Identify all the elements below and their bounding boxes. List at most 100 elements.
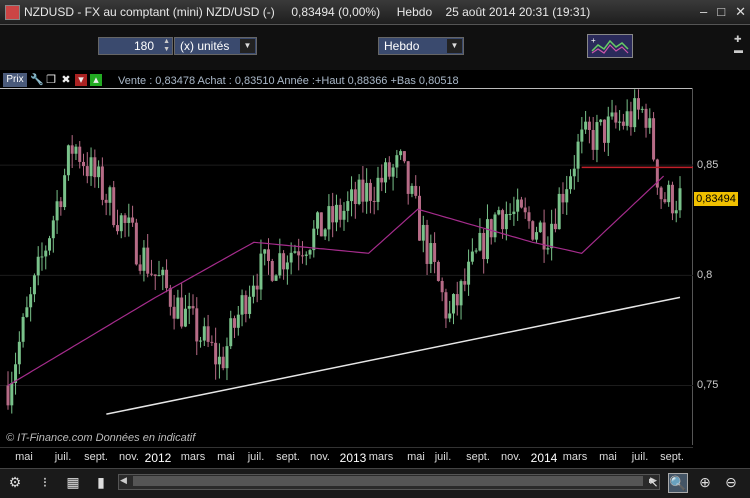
candle-body: [410, 185, 414, 194]
time-scrollbar[interactable]: ◀ ▶: [118, 474, 660, 490]
candle-body: [433, 243, 437, 262]
candle-body: [565, 189, 569, 203]
candle-body: [504, 214, 508, 230]
candle-body: [553, 223, 557, 230]
candle-body: [17, 341, 21, 365]
candle-body: [425, 224, 429, 264]
candle-body: [225, 346, 229, 369]
credit-source: © IT-Finance.com: [6, 432, 93, 444]
time-axis-label: juil.: [434, 451, 452, 463]
zoom-in-icon[interactable]: ⊕: [696, 473, 714, 491]
support-trendline[interactable]: [106, 296, 681, 415]
candle-body: [357, 179, 361, 204]
candle-body: [350, 189, 354, 202]
candle-body: [508, 214, 512, 216]
candle-body: [361, 179, 365, 202]
candle-body: [659, 187, 663, 200]
candle-body: [93, 157, 97, 178]
window-icon[interactable]: ❐: [45, 74, 57, 86]
candle-body: [523, 207, 527, 213]
stepper-arrows-icon[interactable]: ▲ ▼: [163, 38, 170, 54]
credit-text: © IT-Finance.com Données en indicatif: [6, 432, 195, 444]
candle-body: [591, 130, 595, 150]
candle-body: [595, 122, 599, 150]
chevron-down-icon[interactable]: ▼: [240, 39, 255, 53]
candle-body: [36, 256, 40, 276]
candle-body: [489, 219, 493, 238]
candle-body: [652, 118, 656, 160]
candle-body: [334, 204, 338, 223]
candle-body: [451, 294, 455, 314]
candle-body: [414, 185, 418, 196]
candle-body: [112, 187, 116, 226]
candle-body: [187, 306, 191, 309]
zoom-out-icon[interactable]: ⊖: [722, 473, 740, 491]
candle-body: [236, 314, 240, 328]
settings-icon[interactable]: ⚙: [6, 473, 24, 491]
candle-body: [455, 294, 459, 306]
grid-icon[interactable]: ▦: [64, 473, 82, 491]
candle-body: [82, 161, 86, 167]
collapse-icon[interactable]: ▬: [734, 45, 746, 55]
minimize-button[interactable]: –: [700, 4, 707, 20]
candle-body: [618, 121, 622, 123]
close-chart-icon[interactable]: ✖: [60, 74, 72, 86]
candle-body: [319, 212, 323, 237]
candle-body: [168, 288, 172, 307]
candle-body: [221, 356, 225, 369]
candle-body: [66, 145, 70, 176]
candle-body: [395, 155, 399, 168]
indicator-button[interactable]: +: [587, 34, 633, 58]
candle-body: [149, 273, 153, 275]
period-select[interactable]: Hebdo ▼: [378, 37, 464, 55]
candle-body: [29, 294, 33, 308]
candle-body: [531, 221, 535, 240]
expand-icon[interactable]: ✚: [734, 34, 746, 45]
price-label-085: 0,85: [697, 159, 719, 171]
candle-body: [372, 200, 376, 202]
time-axis-label: mars: [180, 451, 206, 463]
candle-body: [6, 385, 10, 406]
side-tools[interactable]: ✚ ▬: [734, 34, 746, 64]
candle-body: [270, 261, 274, 281]
candle-body: [599, 119, 603, 123]
candle-body: [535, 232, 539, 240]
candle-body: [323, 229, 327, 237]
candles-icon[interactable]: ▮: [92, 473, 110, 491]
candle-body: [470, 251, 474, 262]
candle-body: [327, 206, 331, 230]
maximize-button[interactable]: □: [717, 4, 725, 20]
candle-body: [380, 177, 384, 183]
candle-body: [580, 129, 584, 142]
candle-body: [104, 199, 108, 203]
add-indicator-icon[interactable]: ▴: [90, 74, 102, 86]
candle-body: [97, 166, 101, 178]
candle-body: [183, 308, 187, 327]
price-chart[interactable]: [0, 88, 693, 445]
zoom-select-icon[interactable]: 🔍: [668, 473, 688, 493]
prix-tab[interactable]: Prix: [3, 73, 27, 87]
candle-body: [297, 251, 301, 256]
wrench-icon[interactable]: 🔧: [30, 74, 44, 86]
candle-body: [474, 250, 478, 252]
candle-body: [516, 199, 520, 212]
close-button[interactable]: ✕: [735, 4, 746, 20]
candle-body: [248, 296, 252, 314]
candle-body: [115, 225, 119, 232]
chevron-down-icon[interactable]: ▼: [447, 39, 462, 53]
pointer-icon[interactable]: ↖: [644, 473, 662, 491]
candle-body: [131, 217, 135, 223]
last-price-label: 0,83494: [694, 192, 738, 206]
quantity-stepper[interactable]: 180 ▲ ▼: [98, 37, 173, 55]
scroll-left-icon[interactable]: ◀: [120, 475, 127, 486]
units-select[interactable]: (x) unités ▼: [174, 37, 257, 55]
candle-body: [289, 252, 293, 263]
candle-body: [633, 98, 637, 128]
dots-icon[interactable]: ⁝: [36, 473, 54, 491]
time-axis-label: mai: [217, 451, 235, 463]
remove-indicator-icon[interactable]: ▾: [75, 74, 87, 86]
candle-body: [561, 193, 565, 203]
candle-body: [123, 215, 127, 223]
scroll-thumb[interactable]: [133, 476, 643, 486]
candle-body: [399, 151, 403, 156]
